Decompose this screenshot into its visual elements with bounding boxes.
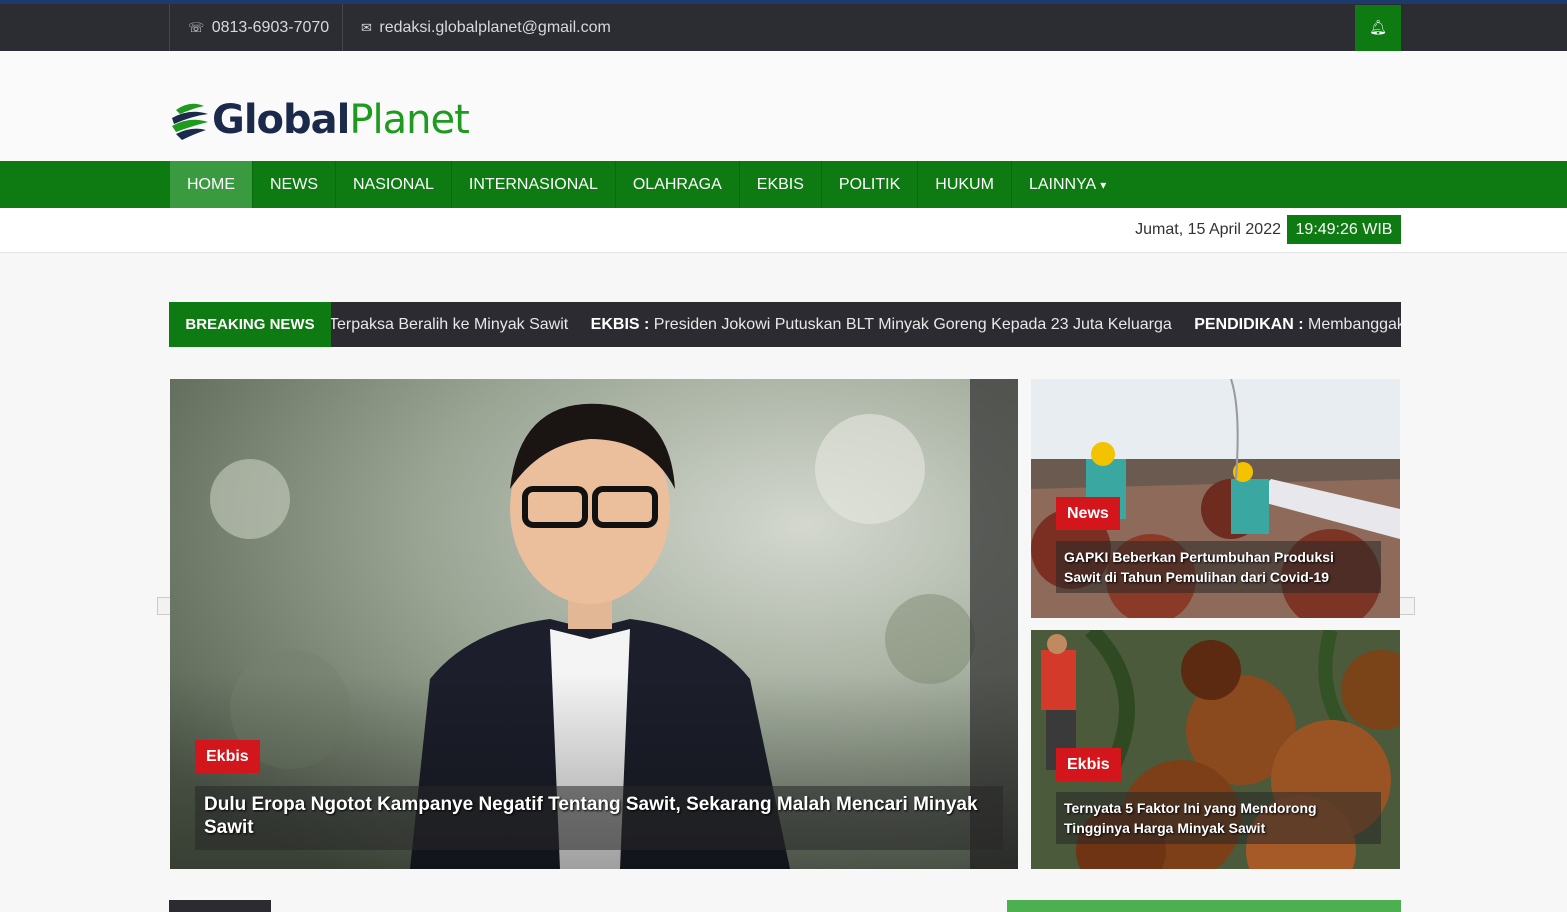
site-header: Global Planet [0,51,1567,161]
live-clock: 19:49:26 WIB [1287,215,1401,244]
ticker-text: Membanggakan [1307,316,1401,333]
logo-text-global: Global [212,97,350,143]
top-bar: ☏ 0813-6903-7070 ✉ redaksi.globalplanet@… [0,4,1567,51]
ticker-item[interactable]: PENDIDIKAN : Membanggakan [1194,302,1401,347]
sidebar-heading-tab [1007,900,1401,912]
section-heading-tab [169,900,271,912]
envelope-icon: ✉ [361,21,372,36]
featured-side-article[interactable]: News GAPKI Beberkan Pertumbuhan Produksi… [1031,379,1400,618]
ticker-text: Terpaksa Beralih ke Minyak Sawit [329,316,569,333]
notification-button[interactable]: 🔔︎ [1355,5,1401,51]
email-address: redaksi.globalplanet@gmail.com [379,19,611,36]
nav-lainnya[interactable]: LAINNYA ▾ [1012,161,1123,208]
phone-icon: ☏ [188,21,205,36]
caption-box: Dulu Eropa Ngotot Kampanye Negatif Tenta… [195,786,1003,850]
ticker-item[interactable]: Terpaksa Beralih ke Minyak Sawit [329,302,568,347]
date-bar: Jumat, 15 April 2022 19:49:26 WIB [0,208,1567,253]
globe-logo-icon [172,103,208,140]
caption-box: Ternyata 5 Faktor Ini yang Mendorong Tin… [1056,792,1381,844]
nav-hukum[interactable]: HUKUM [918,161,1012,208]
nav-lainnya-label: LAINNYA [1028,176,1097,193]
logo-text-planet: Planet [349,97,469,143]
site-logo[interactable]: Global Planet [170,97,470,143]
featured-main-article[interactable]: Ekbis Dulu Eropa Ngotot Kampanye Negatif… [170,379,1018,869]
breaking-news-bar: BREAKING NEWS Terpaksa Beralih ke Minyak… [169,302,1401,347]
chevron-down-icon: ▾ [1100,178,1107,192]
breaking-news-label: BREAKING NEWS [169,302,331,347]
ticker-text: Presiden Jokowi Putuskan BLT Minyak Gore… [653,316,1172,333]
featured-side-article[interactable]: Ekbis Ternyata 5 Faktor Ini yang Mendoro… [1031,630,1400,869]
caption-box: GAPKI Beberkan Pertumbuhan Produksi Sawi… [1056,541,1381,593]
contact-email[interactable]: ✉ redaksi.globalplanet@gmail.com [342,4,629,51]
ticker-category: PENDIDIKAN : [1194,316,1304,333]
ticker-item[interactable]: EKBIS : Presiden Jokowi Putuskan BLT Min… [591,302,1172,347]
nav-olahraga[interactable]: OLAHRAGA [616,161,740,208]
bell-icon: 🔔︎ [1369,20,1387,36]
ticker-category: EKBIS : [590,316,650,333]
featured-side-title[interactable]: GAPKI Beberkan Pertumbuhan Produksi Sawi… [1064,547,1374,587]
contact-phone[interactable]: ☏ 0813-6903-7070 [169,4,347,51]
nav-news[interactable]: NEWS [253,161,336,208]
featured-main-title[interactable]: Dulu Eropa Ngotot Kampanye Negatif Tenta… [204,793,994,839]
category-badge[interactable]: Ekbis [195,740,260,773]
main-navigation: HOME NEWS NASIONAL INTERNASIONAL OLAHRAG… [0,161,1567,208]
phone-number: 0813-6903-7070 [211,19,330,36]
slider-next-button[interactable] [1399,597,1415,615]
breaking-news-ticker: Terpaksa Beralih ke Minyak Sawit EKBIS :… [329,302,1401,347]
category-badge[interactable]: News [1056,497,1120,530]
nav-nasional[interactable]: NASIONAL [336,161,452,208]
nav-ekbis[interactable]: EKBIS [740,161,822,208]
featured-side-title[interactable]: Ternyata 5 Faktor Ini yang Mendorong Tin… [1064,798,1374,838]
nav-politik[interactable]: POLITIK [822,161,919,208]
category-badge[interactable]: Ekbis [1056,748,1121,781]
nav-internasional[interactable]: INTERNASIONAL [452,161,616,208]
nav-home[interactable]: HOME [170,161,253,208]
current-date: Jumat, 15 April 2022 [1135,221,1281,238]
